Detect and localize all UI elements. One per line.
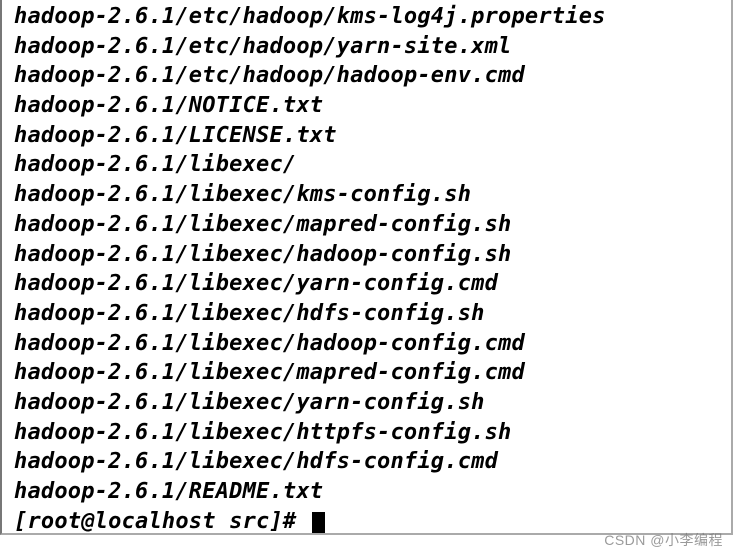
output-line: hadoop-2.6.1/libexec/mapred-config.cmd	[14, 358, 725, 388]
cursor-icon	[312, 512, 325, 534]
watermark-text: CSDN @小李编程	[604, 530, 723, 550]
output-line: hadoop-2.6.1/etc/hadoop/kms-log4j.proper…	[14, 2, 725, 32]
output-line: hadoop-2.6.1/README.txt	[14, 477, 725, 507]
terminal-window[interactable]: hadoop-2.6.1/etc/hadoop/kms-log4j.proper…	[0, 0, 733, 535]
output-line: hadoop-2.6.1/libexec/hdfs-config.sh	[14, 299, 725, 329]
output-line: hadoop-2.6.1/libexec/yarn-config.sh	[14, 388, 725, 418]
output-line: hadoop-2.6.1/LICENSE.txt	[14, 121, 725, 151]
prompt-text: [root@localhost src]#	[14, 509, 310, 534]
output-line: hadoop-2.6.1/NOTICE.txt	[14, 91, 725, 121]
output-line: hadoop-2.6.1/etc/hadoop/hadoop-env.cmd	[14, 61, 725, 91]
output-line: hadoop-2.6.1/libexec/yarn-config.cmd	[14, 269, 725, 299]
output-line: hadoop-2.6.1/libexec/kms-config.sh	[14, 180, 725, 210]
output-line: hadoop-2.6.1/libexec/	[14, 150, 725, 180]
output-line: hadoop-2.6.1/libexec/hdfs-config.cmd	[14, 447, 725, 477]
output-line: hadoop-2.6.1/libexec/httpfs-config.sh	[14, 418, 725, 448]
output-line: hadoop-2.6.1/libexec/mapred-config.sh	[14, 210, 725, 240]
output-line: hadoop-2.6.1/libexec/hadoop-config.sh	[14, 240, 725, 270]
output-line: hadoop-2.6.1/etc/hadoop/yarn-site.xml	[14, 32, 725, 62]
output-line: hadoop-2.6.1/libexec/hadoop-config.cmd	[14, 329, 725, 359]
